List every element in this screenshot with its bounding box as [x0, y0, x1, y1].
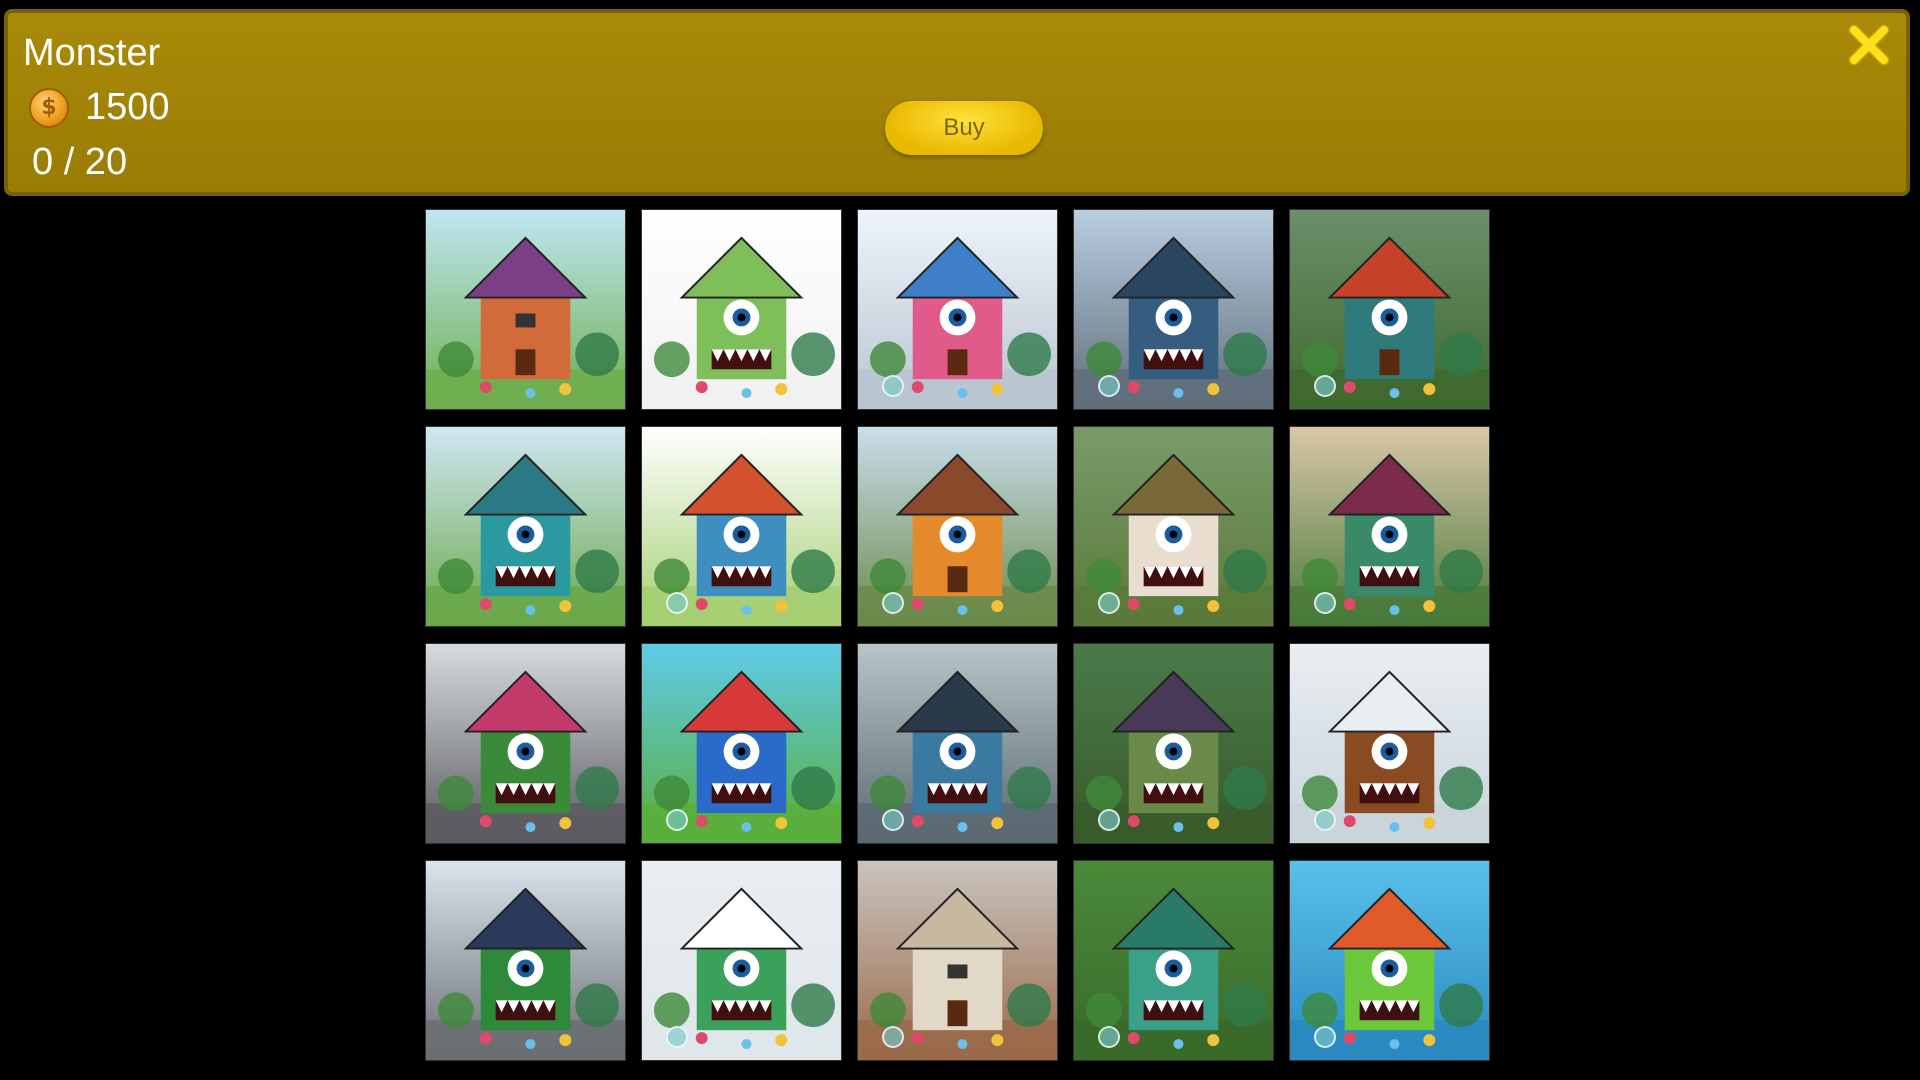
puzzle-thumbnail[interactable]	[1289, 860, 1490, 1061]
puzzle-art	[426, 210, 625, 409]
progress-badge-icon	[666, 809, 688, 831]
pack-price: 1500	[85, 86, 170, 128]
progress-badge-icon	[1314, 1026, 1336, 1048]
puzzle-thumbnail[interactable]	[1073, 209, 1274, 410]
puzzle-thumbnail[interactable]	[425, 426, 626, 627]
puzzle-thumbnail[interactable]	[641, 643, 842, 844]
puzzle-thumbnail[interactable]	[1073, 643, 1274, 844]
progress-badge-icon	[1098, 592, 1120, 614]
puzzle-art	[426, 427, 625, 626]
progress-badge-icon	[1314, 592, 1336, 614]
puzzle-thumbnail[interactable]	[857, 643, 1058, 844]
progress-badge-icon	[1098, 1026, 1120, 1048]
close-icon[interactable]	[1846, 22, 1892, 68]
puzzle-art	[642, 210, 841, 409]
progress-badge-icon	[882, 375, 904, 397]
puzzle-thumbnail[interactable]	[1073, 860, 1274, 1061]
puzzle-thumbnail[interactable]	[1289, 426, 1490, 627]
puzzle-thumbnail[interactable]	[857, 209, 1058, 410]
progress-badge-icon	[882, 1026, 904, 1048]
puzzle-thumbnail[interactable]	[1289, 209, 1490, 410]
puzzle-thumbnail[interactable]	[425, 643, 626, 844]
pack-title: Monster	[23, 32, 161, 74]
progress-badge-icon	[1314, 809, 1336, 831]
puzzle-art	[426, 644, 625, 843]
buy-button[interactable]: Buy	[885, 101, 1043, 155]
puzzle-art	[426, 861, 625, 1060]
progress-badge-icon	[882, 592, 904, 614]
progress-badge-icon	[666, 1026, 688, 1048]
puzzle-thumbnail[interactable]	[857, 860, 1058, 1061]
puzzle-thumbnail[interactable]	[1073, 426, 1274, 627]
puzzle-thumbnail[interactable]	[1289, 643, 1490, 844]
price-row: $ 1500	[29, 86, 170, 129]
progress-badge-icon	[882, 809, 904, 831]
progress-badge-icon	[1098, 375, 1120, 397]
progress-badge-icon	[1314, 375, 1336, 397]
puzzle-thumbnail[interactable]	[641, 209, 842, 410]
puzzle-thumbnail[interactable]	[641, 426, 842, 627]
puzzle-thumbnail[interactable]	[425, 209, 626, 410]
coin-icon: $	[29, 87, 69, 128]
completion-progress: 0 / 20	[32, 141, 128, 183]
progress-badge-icon	[666, 592, 688, 614]
puzzle-grid	[425, 209, 1490, 1061]
puzzle-thumbnail[interactable]	[425, 860, 626, 1061]
puzzle-thumbnail[interactable]	[857, 426, 1058, 627]
progress-badge-icon	[1098, 809, 1120, 831]
puzzle-pack-header: Monster $ 1500 0 / 20 Buy	[4, 9, 1910, 196]
puzzle-thumbnail[interactable]	[641, 860, 842, 1061]
